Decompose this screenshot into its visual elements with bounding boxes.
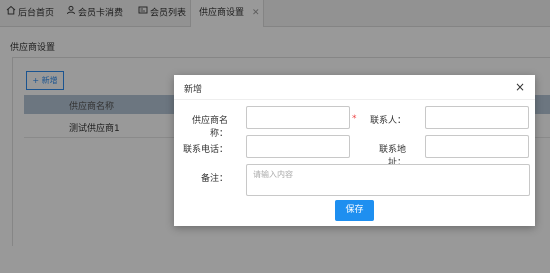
close-icon[interactable]: ×	[515, 80, 525, 94]
save-button[interactable]: 保存	[335, 200, 374, 221]
required-mark: *	[352, 114, 357, 124]
supplier-name-label: 供应商名称：	[191, 116, 228, 139]
phone-input[interactable]	[246, 135, 350, 158]
add-supplier-dialog: 新增 × 供应商名称： * 联系人： 联系电话： 联系地址： 备注： 请输入内容…	[174, 75, 535, 226]
remark-textarea[interactable]: 请输入内容	[246, 164, 530, 196]
remark-label: 备注：	[200, 174, 228, 184]
contact-label: 联系人：	[369, 116, 406, 126]
dialog-title: 新增	[184, 85, 203, 95]
dialog-header: 新增 ×	[174, 75, 535, 100]
address-input[interactable]	[425, 135, 529, 158]
contact-input[interactable]	[425, 106, 529, 129]
supplier-name-input[interactable]	[246, 106, 350, 129]
phone-label: 联系电话：	[182, 145, 228, 155]
